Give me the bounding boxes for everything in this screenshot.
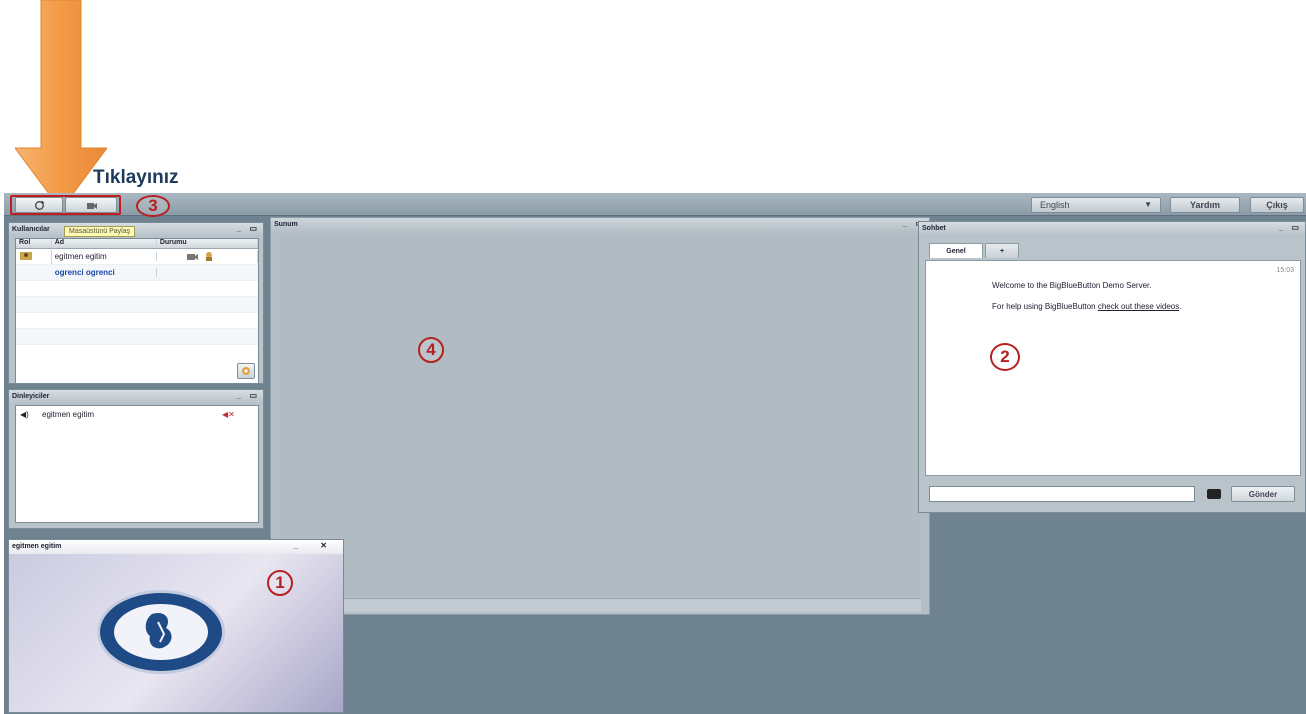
users-table: Rol Ad Durumu egitmen egitim ogrenci ogr…: [15, 238, 259, 384]
help-text: For help using BigBlueButton: [992, 302, 1098, 311]
tab-general[interactable]: Genel: [929, 243, 983, 258]
marker-3: 3: [136, 195, 170, 217]
table-row[interactable]: ogrenci ogrenci: [16, 265, 258, 281]
chat-title-text: Sohbet: [922, 225, 946, 232]
settings-button[interactable]: [237, 363, 255, 379]
chat-panel: Sohbet _ ▭ Genel + 15:03 Welcome to the …: [918, 221, 1306, 513]
send-button[interactable]: Gönder: [1231, 486, 1295, 502]
presentation-title-text: Sunum: [274, 221, 298, 228]
marker-4: 4: [418, 337, 444, 363]
users-panel: Kullanıcılar _ ▭ Rol Ad Durumu egitmen e…: [8, 222, 264, 384]
presenter-icon: [16, 249, 52, 264]
speaker-icon: ◀): [20, 409, 29, 419]
video-window-title: egitmen egitim _ ✕: [9, 540, 343, 554]
window-controls[interactable]: _ ✕: [294, 541, 337, 550]
listeners-title-text: Dinleyiciler: [12, 393, 50, 400]
help-button[interactable]: Yardım: [1170, 197, 1240, 213]
listener-name: egitmen egitim: [42, 409, 95, 419]
language-value: English: [1040, 200, 1070, 210]
emoji-icon[interactable]: [1207, 489, 1221, 499]
slide-canvas[interactable]: [279, 236, 921, 596]
users-table-header: Rol Ad Durumu: [16, 239, 258, 249]
window-controls[interactable]: _ ▭: [1279, 223, 1302, 232]
chevron-down-icon: ▼: [1144, 200, 1152, 209]
table-row: [16, 313, 258, 329]
listeners-panel-title: Dinleyiciler _ ▭: [9, 390, 263, 404]
presentation-area: Sunum _ ▭: [270, 217, 930, 615]
click-here-label: Tıklayınız: [93, 167, 179, 188]
users-panel-title: Kullanıcılar _ ▭: [9, 223, 263, 237]
chat-message-input[interactable]: [929, 486, 1195, 502]
marker-1: 1: [267, 570, 293, 596]
chat-messages: 15:03 Welcome to the BigBlueButton Demo …: [925, 260, 1301, 476]
table-row: [16, 329, 258, 345]
screenshot: Tıklayınız English ▼ Yardım Çıkış Kullan…: [0, 0, 1306, 714]
presentation-title: Sunum _ ▭: [271, 218, 929, 232]
presentation-controls-bar: [279, 598, 921, 612]
language-select[interactable]: English ▼: [1031, 197, 1161, 213]
gear-icon: [242, 367, 250, 375]
user-name: egitmen egitim: [52, 252, 157, 261]
webcam-video-window: egitmen egitim _ ✕ 1: [8, 539, 344, 713]
listeners-panel: Dinleyiciler _ ▭ ◀) egitmen egitim ◀✕: [8, 389, 264, 529]
column-name[interactable]: Ad: [52, 239, 157, 248]
video-title-text: egitmen egitim: [12, 543, 62, 550]
highlight-box: [10, 195, 121, 215]
window-controls[interactable]: _ ▭: [237, 224, 260, 233]
add-chat-tab-button[interactable]: +: [985, 243, 1019, 258]
help-videos-link[interactable]: check out these videos: [1098, 302, 1179, 311]
user-name: ogrenci ogrenci: [52, 268, 157, 277]
top-toolbar: English ▼ Yardım Çıkış: [4, 193, 1306, 216]
table-row: [16, 297, 258, 313]
help-message: For help using BigBlueButton check out t…: [992, 301, 1264, 312]
marker-2: 2: [990, 343, 1020, 371]
message-time: 15:03: [1276, 267, 1294, 274]
listeners-list: ◀) egitmen egitim ◀✕: [15, 405, 259, 523]
chat-panel-title: Sohbet _ ▭: [919, 222, 1305, 236]
logout-button[interactable]: Çıkış: [1250, 197, 1304, 213]
table-row: [16, 281, 258, 297]
university-seal-logo: [97, 590, 225, 674]
user-status-icons: [157, 250, 258, 263]
list-item[interactable]: ◀) egitmen egitim ◀✕: [16, 406, 258, 422]
column-role[interactable]: Rol: [16, 239, 52, 248]
mute-icon[interactable]: ◀✕: [222, 410, 235, 419]
table-row[interactable]: egitmen egitim: [16, 249, 258, 265]
window-controls[interactable]: _ ▭: [237, 391, 260, 400]
seal-emblem-icon: [145, 612, 172, 649]
column-status[interactable]: Durumu: [157, 239, 258, 248]
help-suffix: .: [1179, 302, 1182, 311]
share-desktop-tooltip: Masaüstünü Paylaş: [64, 226, 136, 237]
welcome-message: Welcome to the BigBlueButton Demo Server…: [992, 281, 1152, 290]
users-title-text: Kullanıcılar: [12, 226, 50, 233]
